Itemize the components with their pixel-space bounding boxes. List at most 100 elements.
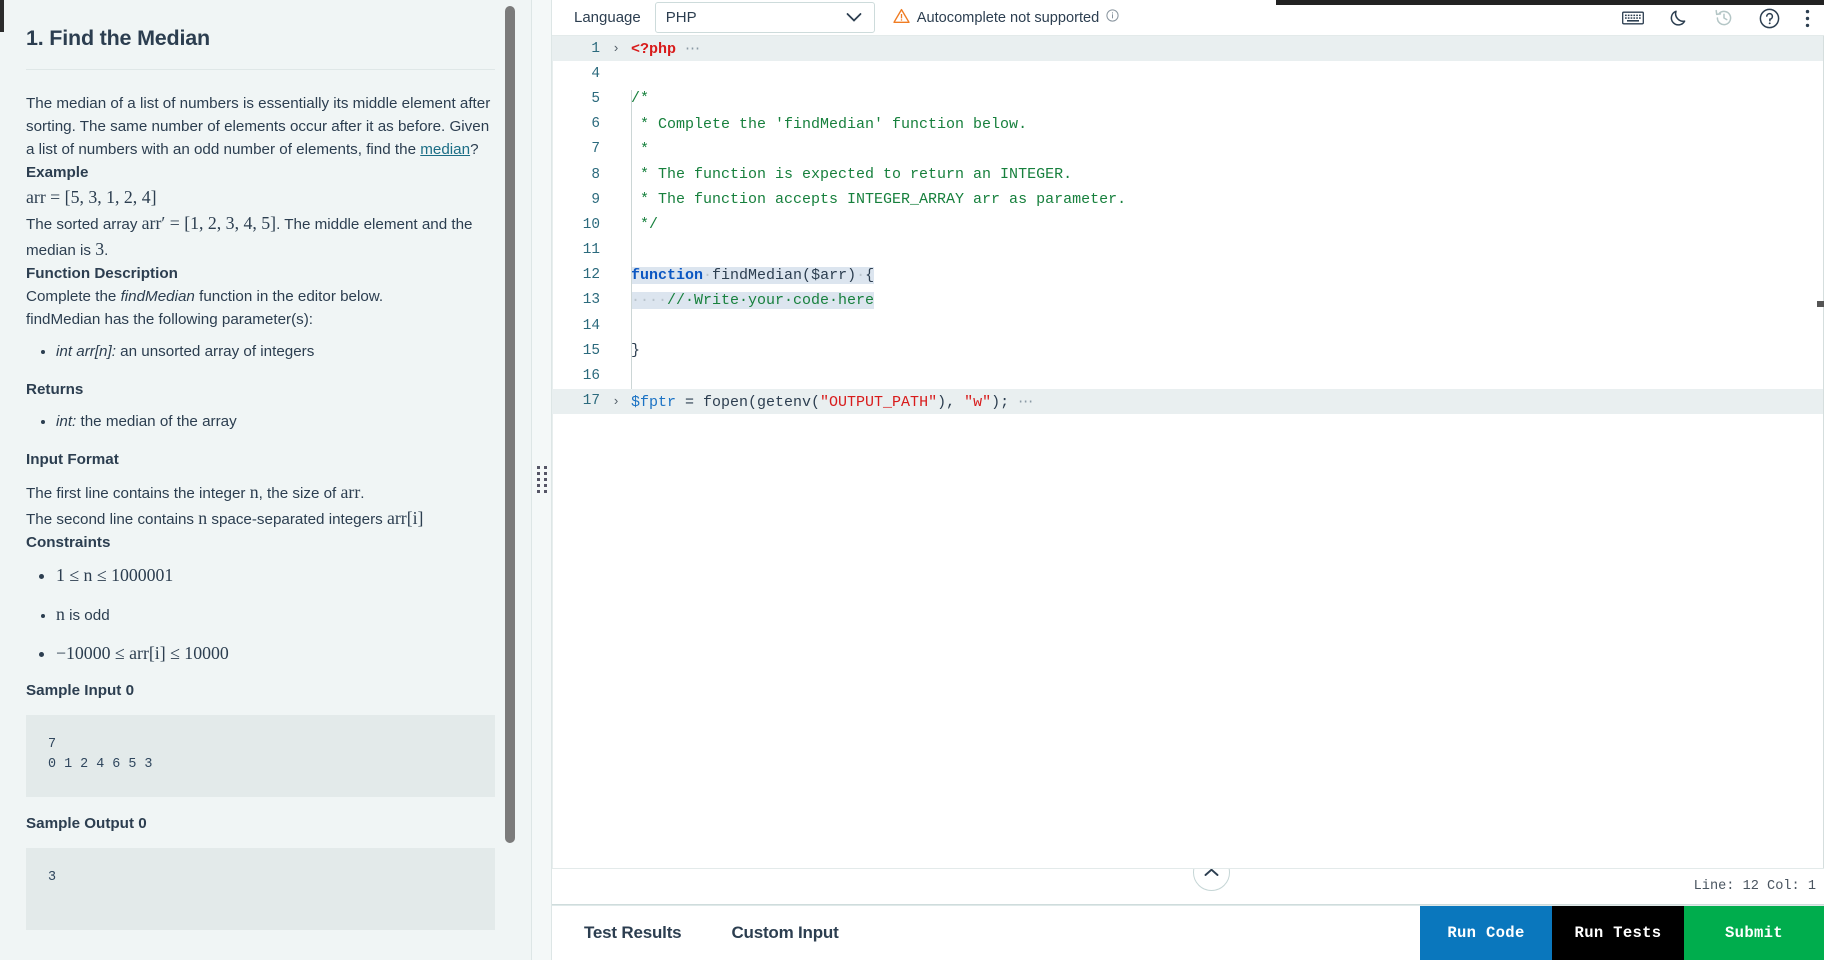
- if2-n: n: [198, 508, 208, 528]
- constraint-2-text: is odd: [64, 607, 110, 624]
- if1-n: n: [249, 482, 259, 502]
- example-array: arr = [5, 3, 1, 2, 4]: [26, 184, 495, 210]
- function-description-heading: Function Description: [26, 265, 178, 282]
- example-median-value: 3: [95, 239, 105, 259]
- tab-custom-input[interactable]: Custom Input: [731, 923, 838, 943]
- code-line-text: * The function is expected to return an …: [631, 166, 1073, 184]
- code-editor[interactable]: 1 › <?php ⋯ 4 5 /* 6 * Complete the 'findMedia…: [552, 36, 1824, 869]
- result-tabs: Test Results Custom Input: [552, 906, 1420, 960]
- submit-button[interactable]: Submit: [1684, 906, 1824, 960]
- code-line[interactable]: 12 function·findMedian($arr)·{: [552, 263, 1824, 288]
- list-item: int: the median of the array: [56, 410, 495, 433]
- run-code-button[interactable]: Run Code: [1420, 906, 1552, 960]
- autocomplete-notice-text: Autocomplete not supported: [916, 9, 1100, 26]
- code-editor-panel: Language PHP Autocomplete not supported: [552, 0, 1824, 960]
- editor-bottom-bar: Test Results Custom Input Run Code Run T…: [552, 905, 1824, 960]
- problem-panel-scrollbar[interactable]: [505, 0, 515, 960]
- code-lines-container[interactable]: 1 › <?php ⋯ 4 5 /* 6 * Complete the 'findMedia…: [552, 36, 1824, 868]
- tab-test-results[interactable]: Test Results: [584, 923, 682, 943]
- constraints-list: 1 ≤ n ≤ 1000001 n is odd −10000 ≤ arr[i]…: [26, 563, 495, 665]
- if2-arr: arr[i]: [386, 508, 424, 528]
- parameters-list: int arr[n]: an unsorted array of integer…: [26, 340, 495, 363]
- line-number: 14: [582, 317, 600, 334]
- code-line[interactable]: 16: [552, 363, 1824, 388]
- code-line[interactable]: 14: [552, 313, 1824, 338]
- line-number: 13: [582, 292, 600, 309]
- help-circle-icon[interactable]: [1759, 8, 1780, 29]
- code-line-text: function·findMedian($arr)·{: [631, 266, 875, 284]
- code-line[interactable]: 17 › $fptr = fopen(getenv("OUTPUT_PATH"), …: [552, 388, 1824, 414]
- code-line[interactable]: 8 * The function is expected to return a…: [552, 162, 1824, 187]
- if2b: space-separated integers: [207, 511, 387, 528]
- line-number: 17: [582, 393, 600, 410]
- example-sorted-end: .: [104, 242, 109, 259]
- example-sorted-pre: The sorted array: [26, 216, 142, 233]
- code-line-text: */: [631, 216, 659, 234]
- sample-input-heading: Sample Input 0: [26, 682, 135, 699]
- top-dark-strip: [1276, 0, 1824, 5]
- editor-toolbar: Language PHP Autocomplete not supported: [552, 0, 1824, 36]
- resize-grip-icon: [537, 466, 548, 496]
- action-buttons: Run Code Run Tests Submit: [1420, 906, 1824, 960]
- editor-status-bar: Line: 12 Col: 1: [552, 869, 1824, 905]
- cursor-position-indicator: Line: 12 Col: 1: [1693, 879, 1816, 894]
- if1b: , the size of: [258, 485, 341, 502]
- code-line[interactable]: 7 *: [552, 137, 1824, 162]
- code-line[interactable]: 9 * The function accepts INTEGER_ARRAY a…: [552, 187, 1824, 212]
- code-line[interactable]: 13 ····//·Write·your·code·here: [552, 288, 1824, 313]
- code-line[interactable]: 11: [552, 238, 1824, 263]
- median-link[interactable]: median: [420, 141, 470, 158]
- indent-guide: [631, 90, 632, 389]
- param-name: int arr[n]:: [56, 343, 116, 360]
- example-sorted-math: arr′ = [1, 2, 3, 4, 5]: [141, 213, 277, 233]
- sample-output-heading: Sample Output 0: [26, 815, 147, 832]
- code-line[interactable]: 5 /*: [552, 86, 1824, 111]
- line-number: 11: [582, 242, 600, 259]
- returns-heading: Returns: [26, 381, 84, 398]
- param-desc: an unsorted array of integers: [115, 343, 315, 360]
- line-number: 1: [591, 40, 600, 57]
- code-line-text: ····//·Write·your·code·here: [631, 291, 875, 309]
- code-line[interactable]: 1 › <?php ⋯: [552, 36, 1824, 62]
- if1-arr: arr: [340, 482, 361, 502]
- chevron-up-icon: [1204, 869, 1219, 876]
- constraints-heading: Constraints: [26, 534, 111, 551]
- collapse-panel-button[interactable]: [1193, 869, 1230, 891]
- warning-triangle-icon: [893, 8, 910, 28]
- language-select[interactable]: PHP: [654, 2, 875, 33]
- fold-arrow-icon[interactable]: ›: [608, 42, 624, 55]
- page-title: 1. Find the Median: [26, 26, 210, 50]
- fold-arrow-icon[interactable]: ›: [608, 395, 624, 408]
- example-sorted-line: The sorted array arr′ = [1, 2, 3, 4, 5].…: [26, 210, 495, 262]
- input-format-line1: The first line contains the integer n, t…: [26, 479, 495, 505]
- input-format-heading: Input Format: [26, 451, 119, 468]
- panel-resize-handle[interactable]: [531, 0, 552, 960]
- code-line[interactable]: 15}: [552, 338, 1824, 363]
- problem-panel-scrollbar-thumb[interactable]: [505, 6, 515, 843]
- line-number: 12: [582, 267, 600, 284]
- code-line[interactable]: 10 */: [552, 212, 1824, 237]
- return-type: int:: [56, 413, 77, 430]
- run-tests-button[interactable]: Run Tests: [1552, 906, 1684, 960]
- info-circle-icon[interactable]: [1106, 9, 1119, 26]
- code-editor-scrollbar-thumb[interactable]: [1817, 301, 1824, 307]
- code-line-text: <?php ⋯: [631, 41, 701, 59]
- line-number: 10: [582, 216, 600, 233]
- fd-function-name: findMedian: [120, 288, 195, 305]
- history-icon[interactable]: [1714, 8, 1734, 28]
- list-item: −10000 ≤ arr[i] ≤ 10000: [56, 641, 495, 665]
- example-array-math: arr = [5, 3, 1, 2, 4]: [26, 187, 157, 207]
- keyboard-icon[interactable]: [1622, 10, 1644, 26]
- code-line-text: /*: [631, 90, 650, 108]
- problem-statement-panel: 1. Find the Median The median of a list …: [0, 0, 531, 960]
- moon-icon[interactable]: [1669, 8, 1689, 28]
- code-line[interactable]: 4: [552, 61, 1824, 86]
- more-vertical-icon[interactable]: [1805, 9, 1810, 28]
- code-line[interactable]: 6 * Complete the 'findMedian' function b…: [552, 112, 1824, 137]
- line-number: 6: [591, 116, 600, 133]
- code-line-text: *: [631, 140, 650, 158]
- autocomplete-notice: Autocomplete not supported: [893, 8, 1120, 28]
- problem-statement-content: 1. Find the Median The median of a list …: [0, 0, 531, 954]
- list-item: n is odd: [56, 601, 495, 627]
- chevron-down-icon: [846, 9, 862, 26]
